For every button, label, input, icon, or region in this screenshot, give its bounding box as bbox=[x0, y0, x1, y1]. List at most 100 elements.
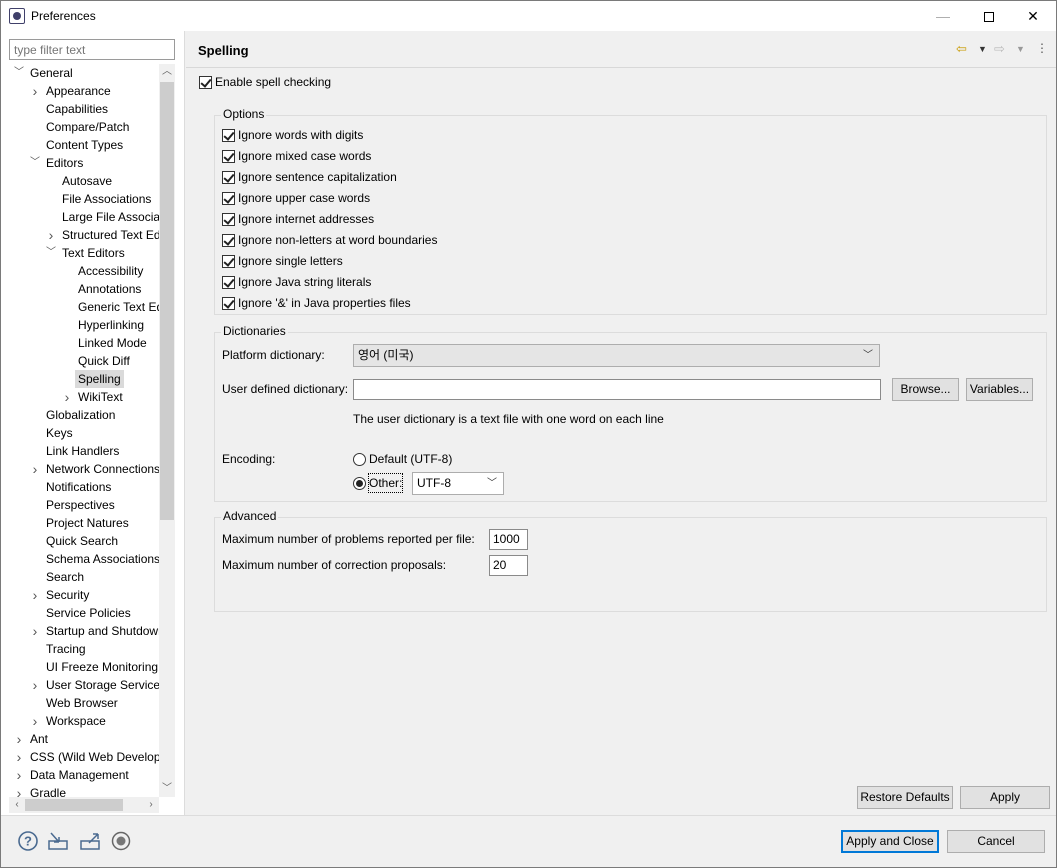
checkbox-box[interactable] bbox=[222, 234, 235, 247]
tree-item[interactable]: Service Policies bbox=[1, 604, 159, 622]
tree-item[interactable]: File Associations bbox=[1, 190, 159, 208]
apply-button[interactable]: Apply bbox=[960, 786, 1050, 809]
chevron-right-icon[interactable]: › bbox=[30, 622, 40, 640]
help-icon[interactable]: ? bbox=[17, 830, 39, 852]
tree-item[interactable]: Project Natures bbox=[1, 514, 159, 532]
export-icon[interactable] bbox=[79, 830, 101, 852]
tree-item[interactable]: UI Freeze Monitoring bbox=[1, 658, 159, 676]
tree-item[interactable]: Autosave bbox=[1, 172, 159, 190]
chevron-right-icon[interactable]: › bbox=[62, 388, 72, 406]
tree-item[interactable]: Globalization bbox=[1, 406, 159, 424]
forward-menu-chevron-icon[interactable]: ▼ bbox=[1016, 44, 1025, 54]
chevron-right-icon[interactable]: › bbox=[30, 712, 40, 730]
scroll-thumb[interactable] bbox=[160, 82, 174, 520]
checkbox-box[interactable] bbox=[222, 171, 235, 184]
max-proposals-input[interactable]: 20 bbox=[489, 555, 528, 576]
forward-arrow-icon[interactable]: ⇨ bbox=[994, 41, 1005, 57]
tree-item[interactable]: Annotations bbox=[1, 280, 159, 298]
tree-item[interactable]: Notifications bbox=[1, 478, 159, 496]
scroll-right-icon[interactable]: › bbox=[143, 797, 159, 813]
maximize-button[interactable] bbox=[966, 1, 1012, 31]
chevron-right-icon[interactable]: › bbox=[14, 730, 24, 748]
scroll-left-icon[interactable]: ‹ bbox=[9, 797, 25, 813]
checkbox-box[interactable] bbox=[222, 150, 235, 163]
import-icon[interactable] bbox=[47, 830, 69, 852]
chevron-down-icon[interactable]: ﹀ bbox=[46, 244, 56, 262]
view-menu-icon[interactable]: ⋮ bbox=[1036, 41, 1048, 55]
max-problems-input[interactable]: 1000 bbox=[489, 529, 528, 550]
filter-input[interactable] bbox=[9, 39, 175, 60]
chevron-right-icon[interactable]: › bbox=[14, 748, 24, 766]
tree-item[interactable]: › WikiText bbox=[1, 388, 159, 406]
close-button[interactable]: ✕ bbox=[1010, 1, 1056, 31]
user-dictionary-input[interactable] bbox=[353, 379, 881, 400]
horizontal-scroll-thumb[interactable] bbox=[25, 799, 123, 811]
checkbox-box[interactable] bbox=[222, 276, 235, 289]
tree-item[interactable]: Web Browser bbox=[1, 694, 159, 712]
checkbox-box[interactable] bbox=[222, 255, 235, 268]
tree-item[interactable]: › CSS (Wild Web Developer) bbox=[1, 748, 159, 766]
tree-item[interactable]: › Network Connections bbox=[1, 460, 159, 478]
tree-item[interactable]: Large File Associati bbox=[1, 208, 159, 226]
scroll-up-icon[interactable]: ︿ bbox=[159, 64, 175, 80]
record-icon[interactable] bbox=[110, 830, 132, 852]
chevron-right-icon[interactable]: › bbox=[30, 586, 40, 604]
restore-defaults-button[interactable]: Restore Defaults bbox=[857, 786, 953, 809]
bottom-separator bbox=[1, 815, 1056, 816]
checkbox-box[interactable] bbox=[222, 192, 235, 205]
tree-item[interactable]: › Startup and Shutdown bbox=[1, 622, 159, 640]
checkbox-box[interactable] bbox=[199, 76, 212, 89]
back-menu-chevron-icon[interactable]: ▼ bbox=[978, 44, 987, 54]
checkbox-box[interactable] bbox=[222, 129, 235, 142]
tree-item[interactable]: › Ant bbox=[1, 730, 159, 748]
chevron-right-icon[interactable]: › bbox=[46, 226, 56, 244]
chevron-right-icon[interactable]: › bbox=[14, 766, 24, 784]
tree-vertical-scrollbar[interactable]: ︿ ﹀ bbox=[159, 64, 175, 797]
tree-item[interactable]: ﹀ Text Editors bbox=[1, 244, 159, 262]
tree-item[interactable]: › Appearance bbox=[1, 82, 159, 100]
tree-item[interactable]: Accessibility bbox=[1, 262, 159, 280]
tree-item[interactable]: Quick Diff bbox=[1, 352, 159, 370]
minimize-button[interactable]: — bbox=[920, 1, 966, 31]
checkbox-box[interactable] bbox=[222, 213, 235, 226]
tree-item[interactable]: Hyperlinking bbox=[1, 316, 159, 334]
tree-item[interactable]: Perspectives bbox=[1, 496, 159, 514]
tree-item[interactable]: › Structured Text Ed bbox=[1, 226, 159, 244]
tree-item[interactable]: Quick Search bbox=[1, 532, 159, 550]
tree-item[interactable]: Compare/Patch bbox=[1, 118, 159, 136]
tree-item[interactable]: › User Storage Service bbox=[1, 676, 159, 694]
tree-item[interactable]: › Data Management bbox=[1, 766, 159, 784]
chevron-right-icon[interactable]: › bbox=[30, 460, 40, 478]
tree-item[interactable]: Keys bbox=[1, 424, 159, 442]
radio-circle[interactable] bbox=[353, 453, 366, 466]
platform-dictionary-select[interactable]: 영어 (미국) ﹀ bbox=[353, 344, 880, 367]
tree-item[interactable]: ﹀ Editors bbox=[1, 154, 159, 172]
chevron-right-icon[interactable]: › bbox=[30, 676, 40, 694]
back-arrow-icon[interactable]: ⇦ bbox=[956, 41, 967, 57]
tree-item[interactable]: Search bbox=[1, 568, 159, 586]
tree-item[interactable]: ﹀ General bbox=[1, 64, 159, 82]
tree-horizontal-scrollbar[interactable]: ‹ › bbox=[9, 797, 159, 813]
tree-item[interactable]: Content Types bbox=[1, 136, 159, 154]
tree-item[interactable]: Tracing bbox=[1, 640, 159, 658]
encoding-other-select[interactable]: UTF-8 ﹀ bbox=[412, 472, 504, 495]
radio-circle[interactable] bbox=[353, 477, 366, 490]
chevron-down-icon[interactable]: ﹀ bbox=[14, 64, 24, 82]
cancel-button[interactable]: Cancel bbox=[947, 830, 1045, 853]
variables-button[interactable]: Variables... bbox=[966, 378, 1033, 401]
tree-item[interactable]: Link Handlers bbox=[1, 442, 159, 460]
tree-item[interactable]: › Workspace bbox=[1, 712, 159, 730]
tree-item[interactable]: › Security bbox=[1, 586, 159, 604]
tree-item[interactable]: Schema Associations bbox=[1, 550, 159, 568]
apply-and-close-button[interactable]: Apply and Close bbox=[841, 830, 939, 853]
options-group-title: Options bbox=[221, 107, 267, 121]
tree-item[interactable]: Generic Text Ed bbox=[1, 298, 159, 316]
checkbox-box[interactable] bbox=[222, 297, 235, 310]
tree-item[interactable]: Capabilities bbox=[1, 100, 159, 118]
browse-button[interactable]: Browse... bbox=[892, 378, 959, 401]
chevron-down-icon[interactable]: ﹀ bbox=[30, 154, 40, 172]
tree-item[interactable]: Linked Mode bbox=[1, 334, 159, 352]
chevron-right-icon[interactable]: › bbox=[30, 82, 40, 100]
scroll-down-icon[interactable]: ﹀ bbox=[159, 781, 175, 797]
tree-item[interactable]: Spelling bbox=[1, 370, 159, 388]
